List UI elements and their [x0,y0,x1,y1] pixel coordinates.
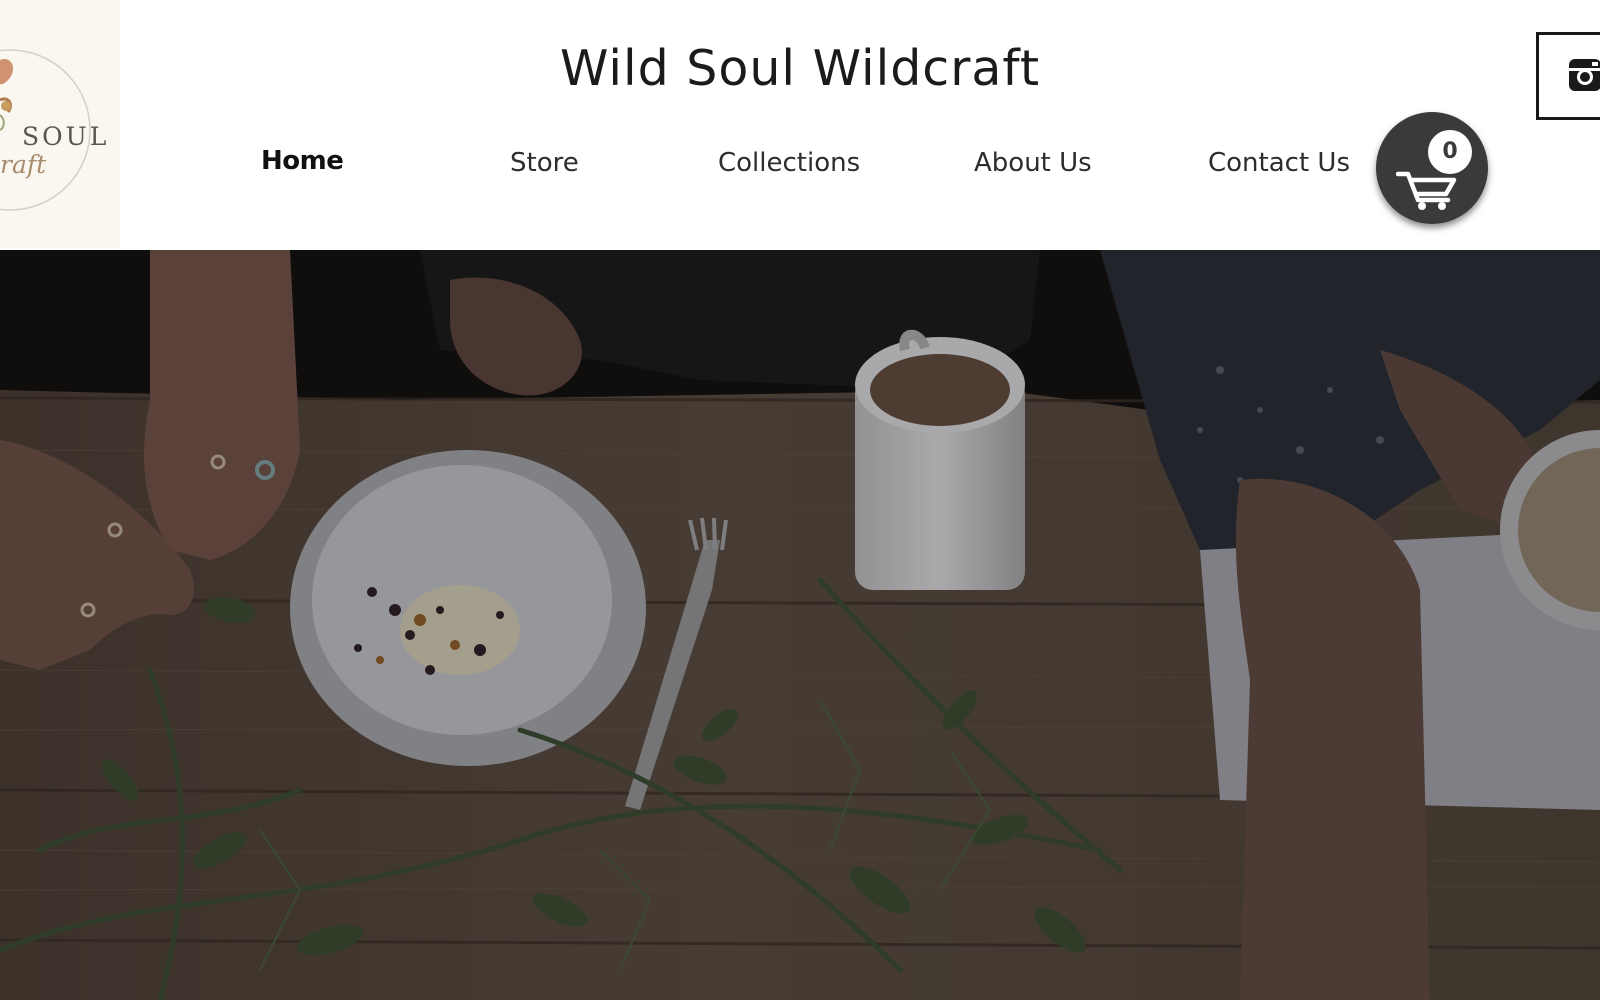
cart-count-badge: 0 [1428,130,1472,174]
nav-item-about-us[interactable]: About Us [974,148,1092,178]
nav-item-store[interactable]: Store [510,148,579,178]
nav-item-home[interactable]: Home [261,146,344,176]
nav-item-contact-us[interactable]: Contact Us [1208,148,1350,178]
site-header: SOUL raft Wild Soul Wildcraft Home Store… [0,0,1600,250]
cart-button[interactable]: 0 [1376,112,1488,224]
instagram-icon [1569,59,1600,91]
main-navigation: Home Store Collections About Us Contact … [0,140,1400,192]
instagram-link[interactable] [1536,32,1600,120]
site-title[interactable]: Wild Soul Wildcraft [560,40,1040,97]
hero-image [0,250,1600,1000]
nav-item-collections[interactable]: Collections [718,148,860,178]
herbs-table-photo [0,250,1600,1000]
site-logo[interactable]: SOUL raft [0,0,120,248]
